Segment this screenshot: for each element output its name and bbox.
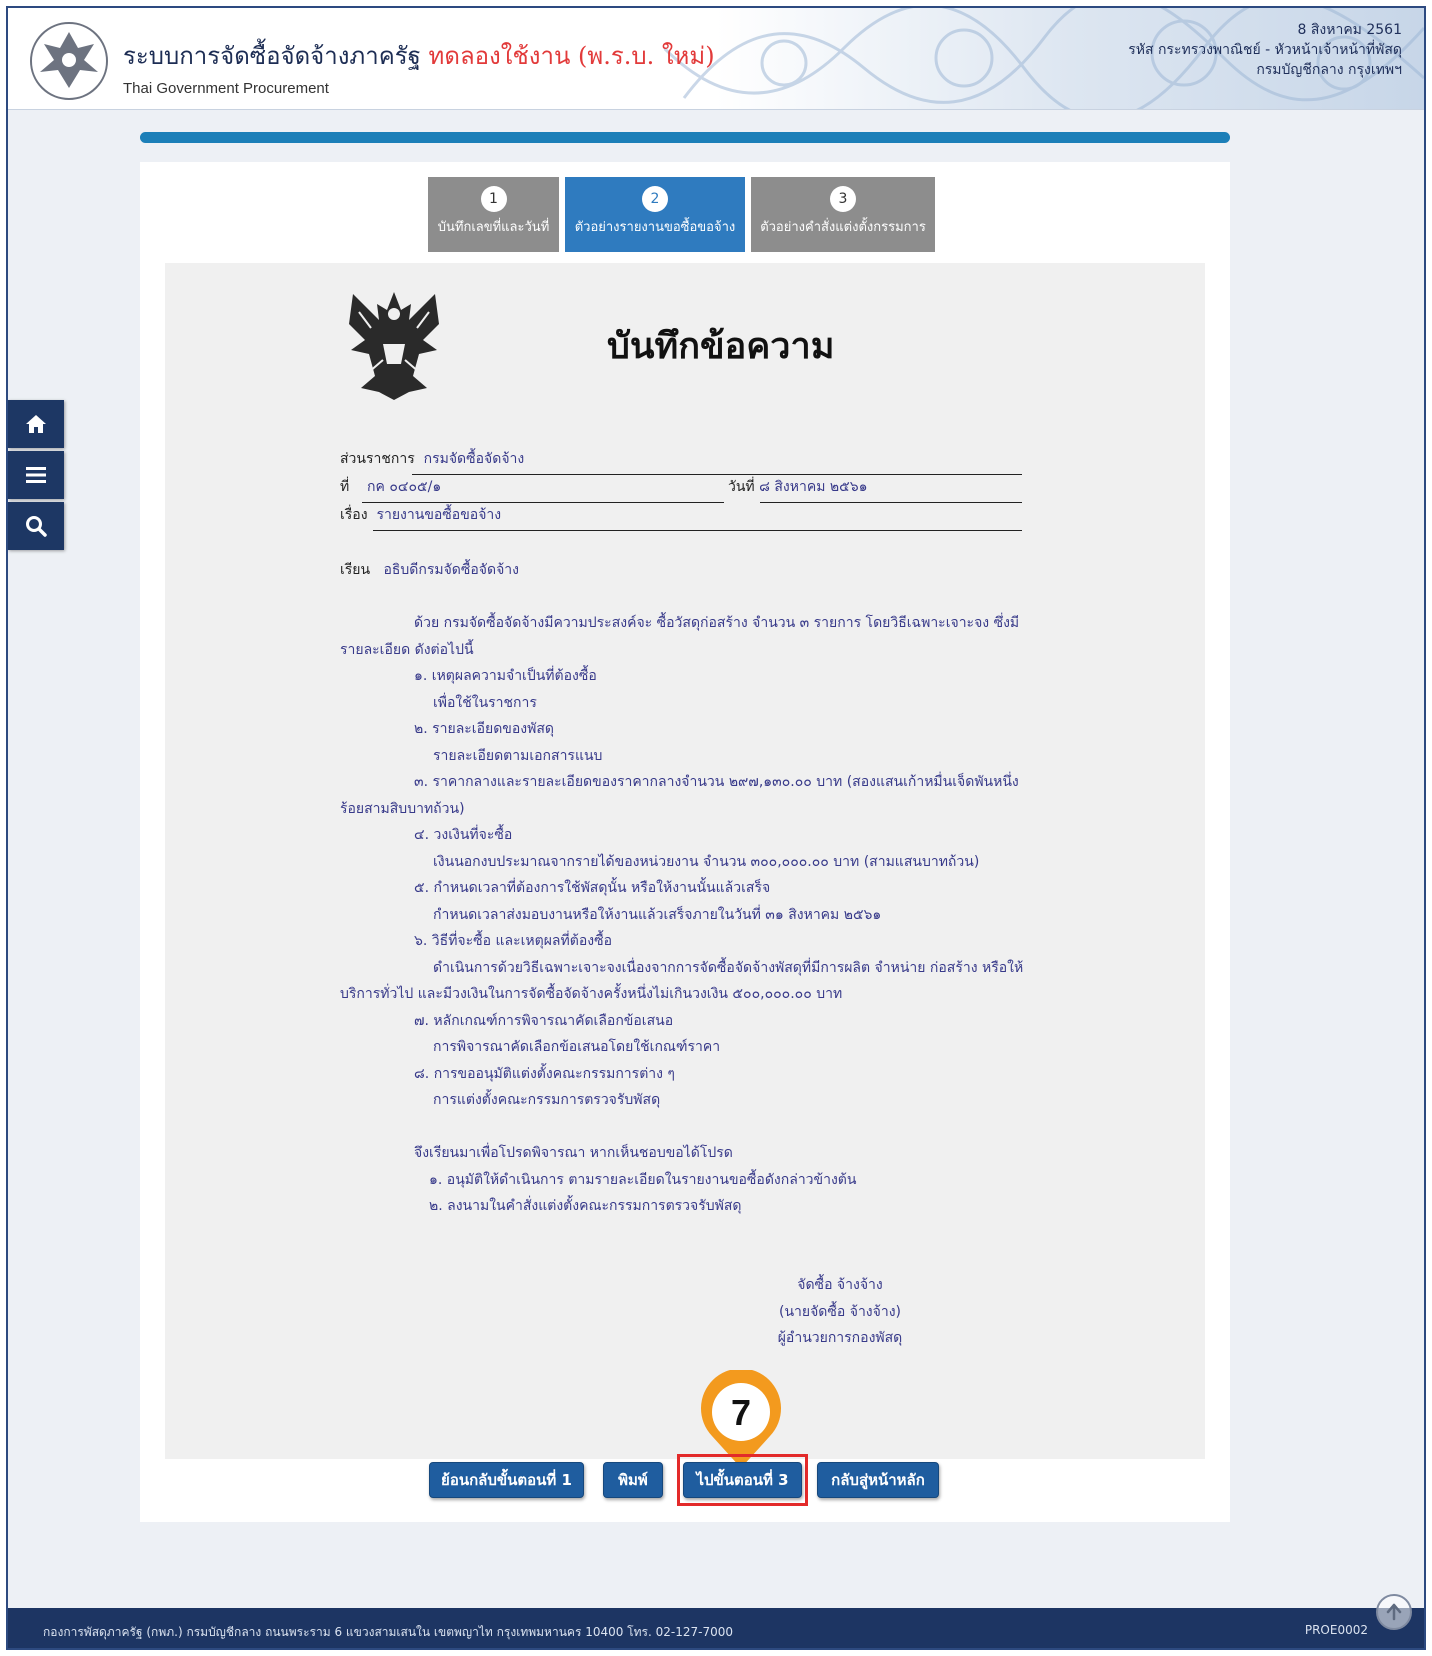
- ref-label: ที่: [340, 479, 350, 495]
- body-line: ด้วย กรมจัดซื้อจัดจ้างมีความประสงค์จะ ซื…: [414, 615, 1020, 631]
- step-tabs: 1 บันทึกเลขที่และวันที่ 2 ตัวอย่างรายงาน…: [428, 177, 935, 252]
- body-line: ๕. กำหนดเวลาที่ต้องการใช้พัสดุนั้น หรือใ…: [414, 880, 771, 896]
- signature-fullname: (นายจัดซื้อ จ้างจ้าง): [778, 1304, 901, 1320]
- agency-underline: [412, 474, 1022, 475]
- trial-label: ทดลองใช้งาน (พ.ร.บ. ใหม่): [428, 42, 715, 70]
- search-button[interactable]: [8, 502, 64, 550]
- sidebar: [8, 400, 64, 553]
- body-line: ๒. รายละเอียดของพัสดุ: [414, 721, 554, 737]
- body-line: กำหนดเวลาส่งมอบงานหรือให้งานแล้วเสร็จภาย…: [433, 907, 882, 923]
- footer: กองการพัสดุภาครัฐ (กพภ.) กรมบัญชีกลาง ถน…: [8, 1594, 1424, 1648]
- home-icon: [26, 415, 46, 433]
- user-role: รหัส กระทรวงพาณิชย์ - หัวหน้าเจ้าหน้าที่…: [1128, 42, 1402, 58]
- step-tab-2[interactable]: 2 ตัวอย่างรายงานขอซื้อขอจ้าง: [565, 177, 745, 252]
- user-department: กรมบัญชีกลาง กรุงเทพฯ: [1256, 62, 1402, 78]
- to-value: อธิบดีกรมจัดซื้อจัดจ้าง: [383, 562, 519, 578]
- date-value: ๘ สิงหาคม ๒๕๖๑: [759, 479, 868, 495]
- memo-title: บันทึกข้อความ: [607, 325, 835, 367]
- memo-document: บันทึกข้อความ ส่วนราชการ กรมจัดซื้อจัดจ้…: [165, 263, 1205, 1459]
- home-button[interactable]: [8, 400, 64, 448]
- system-title-text: ระบบการจัดซื้อจัดจ้างภาครัฐ: [123, 42, 421, 70]
- subject-label: เรื่อง: [340, 507, 368, 523]
- date-label: วันที่: [728, 479, 755, 495]
- system-subtitle: Thai Government Procurement: [123, 80, 329, 97]
- step-label: บันทึกเลขที่และวันที่: [437, 220, 550, 235]
- system-title: ระบบการจัดซื้อจัดจ้างภาครัฐ ทดลองใช้งาน …: [123, 36, 715, 75]
- step-number: 3: [830, 186, 856, 212]
- step-number: 1: [480, 186, 507, 212]
- body-line: ๔. วงเงินที่จะซื้อ: [414, 827, 513, 843]
- ref-field: ที่ กค ๐๔๐๕/๑: [340, 477, 441, 497]
- body-line: ร้อยสามสิบบาทถ้วน): [340, 801, 465, 817]
- body-line: ๑. เหตุผลความจำเป็นที่ต้องซื้อ: [414, 668, 597, 684]
- signature-position: ผู้อำนวยการกองพัสดุ: [777, 1330, 903, 1346]
- agency-label: ส่วนราชการ: [340, 451, 415, 467]
- progress-fill: [140, 132, 1230, 143]
- progress-bar: [140, 132, 1230, 143]
- to-field: เรียน อธิบดีกรมจัดซื้อจัดจ้าง: [340, 560, 519, 580]
- agency-value: กรมจัดซื้อจัดจ้าง: [423, 451, 525, 467]
- menu-button[interactable]: [8, 451, 64, 499]
- print-button[interactable]: พิมพ์: [603, 1462, 663, 1498]
- body-line: ๘. การขออนุมัติแต่งตั้งคณะกรรมการต่าง ๆ: [414, 1066, 675, 1082]
- step-number: 2: [642, 186, 668, 212]
- back-step-1-button[interactable]: ย้อนกลับขั้นตอนที่ 1: [429, 1462, 584, 1498]
- subject-underline: [373, 530, 1022, 531]
- main-panel: 1 บันทึกเลขที่และวันที่ 2 ตัวอย่างรายงาน…: [140, 162, 1230, 1522]
- scroll-to-top-button[interactable]: [1376, 1594, 1412, 1630]
- body-line: เงินนอกงบประมาณจากรายได้ของหน่วยงาน จำนว…: [433, 854, 980, 870]
- step-label: ตัวอย่างรายงานขอซื้อขอจ้าง: [574, 220, 736, 235]
- body-line: ๒. ลงนามในคำสั่งแต่งตั้งคณะกรรมการตรวจรั…: [429, 1198, 742, 1214]
- body-line: รายละเอียด ดังต่อไปนี้: [340, 642, 474, 658]
- body-line: ดำเนินการด้วยวิธีเฉพาะเจาะจงเนื่องจากการ…: [433, 960, 1024, 976]
- current-date: 8 สิงหาคม 2561: [1297, 22, 1402, 38]
- body-line: บริการทั่วไป และมีวงเงินในการจัดซื้อจัดจ…: [340, 986, 843, 1002]
- ref-underline: [362, 502, 724, 503]
- ref-value: กค ๐๔๐๕/๑: [367, 479, 442, 495]
- back-to-home-button[interactable]: กลับสู่หน้าหลัก: [817, 1462, 939, 1498]
- date-field: วันที่ ๘ สิงหาคม ๒๕๖๑: [728, 477, 868, 497]
- comptroller-logo: [30, 22, 108, 100]
- body-line: เพื่อใช้ในราชการ: [433, 695, 537, 711]
- header: ระบบการจัดซื้อจัดจ้างภาครัฐ ทดลองใช้งาน …: [8, 8, 1424, 110]
- step-label: ตัวอย่างคำสั่งแต่งตั้งกรรมการ: [760, 220, 926, 235]
- page-code: PROE0002: [1304, 1623, 1368, 1637]
- next-step-3-button[interactable]: ไปขั้นตอนที่ 3: [683, 1462, 802, 1498]
- user-info: 8 สิงหาคม 2561 รหัส กระทรวงพาณิชย์ - หัว…: [1128, 20, 1402, 80]
- body-line: ๓. ราคากลางและรายละเอียดของราคากลางจำนวน…: [414, 774, 1019, 790]
- date-underline: [760, 502, 1022, 503]
- body-line: ๗. หลักเกณฑ์การพิจารณาคัดเลือกข้อเสนอ: [414, 1013, 674, 1029]
- body-line: ๑. อนุมัติให้ดำเนินการ ตามรายละเอียดในรา…: [429, 1172, 857, 1188]
- step-tab-3[interactable]: 3 ตัวอย่างคำสั่งแต่งตั้งกรรมการ: [751, 177, 935, 252]
- subject-value: รายงานขอซื้อขอจ้าง: [376, 507, 502, 523]
- body-line: การแต่งตั้งคณะกรรมการตรวจรับพัสดุ: [433, 1092, 661, 1108]
- body-line: จึงเรียนมาเพื่อโปรดพิจารณา หากเห็นชอบขอไ…: [414, 1145, 733, 1161]
- app-frame: ระบบการจัดซื้อจัดจ้างภาครัฐ ทดลองใช้งาน …: [6, 6, 1426, 1650]
- body-line: ๖. วิธีที่จะซื้อ และเหตุผลที่ต้องซื้อ: [414, 933, 612, 949]
- step-tab-1[interactable]: 1 บันทึกเลขที่และวันที่: [428, 177, 559, 252]
- search-icon: [26, 516, 47, 537]
- garuda-emblem: [349, 292, 439, 400]
- signature-name: จัดซื้อ จ้างจ้าง: [797, 1277, 883, 1293]
- callout-number: 7: [731, 1392, 751, 1433]
- menu-icon: [26, 467, 46, 483]
- footer-address: กองการพัสดุภาครัฐ (กพภ.) กรมบัญชีกลาง ถน…: [43, 1625, 733, 1639]
- arrow-up-icon: [1386, 1603, 1402, 1621]
- body-line: การพิจารณาคัดเลือกข้อเสนอโดยใช้เกณฑ์ราคา: [433, 1039, 721, 1055]
- agency-field: ส่วนราชการ กรมจัดซื้อจัดจ้าง: [340, 449, 524, 469]
- subject-field: เรื่อง รายงานขอซื้อขอจ้าง: [340, 505, 501, 525]
- to-label: เรียน: [340, 562, 371, 578]
- body-line: รายละเอียดตามเอกสารแนบ: [433, 748, 603, 764]
